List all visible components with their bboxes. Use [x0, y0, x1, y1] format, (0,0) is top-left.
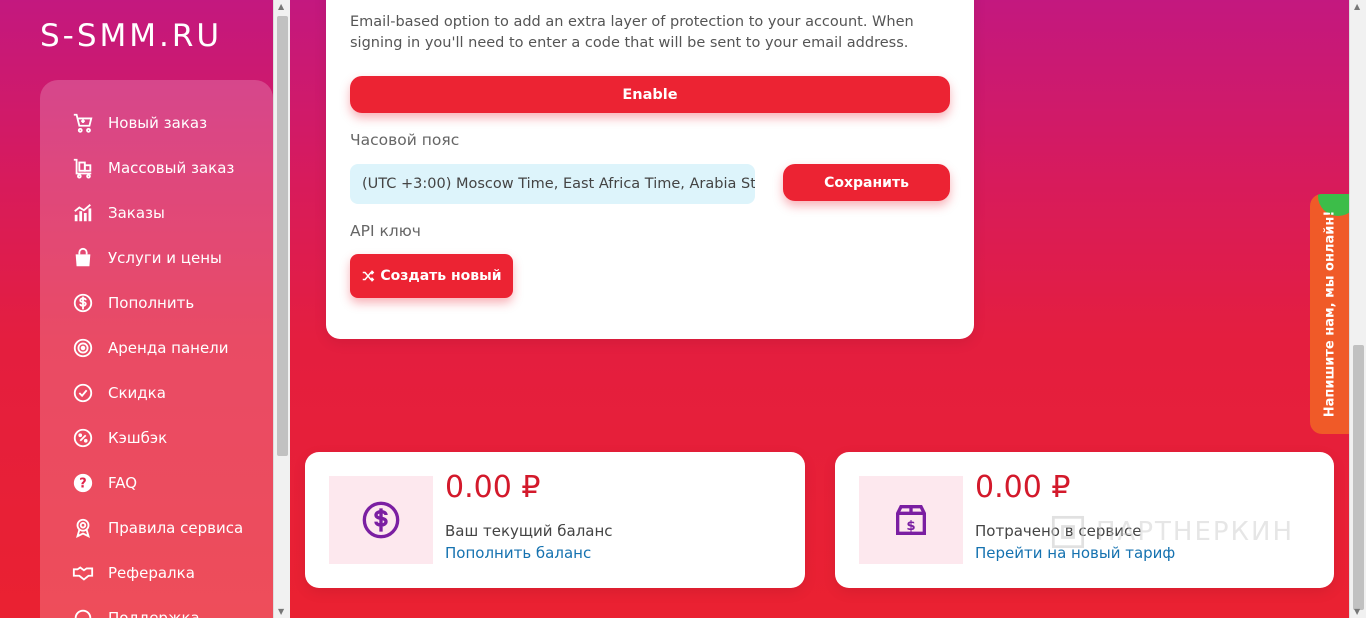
sidebar-item-cashback[interactable]: Кэшбэк [40, 415, 273, 460]
sidebar-item-referral[interactable]: Рефералка [40, 550, 273, 595]
sidebar: Новый заказ Массовый заказ Заказы Услуги… [40, 80, 273, 618]
sidebar-scrollbar[interactable]: ▲ ▼ [273, 0, 290, 618]
target-icon [70, 335, 96, 361]
chat-tab-label: Напишите нам, мы онлайн! [1322, 210, 1338, 418]
sidebar-item-label: Аренда панели [108, 338, 229, 357]
api-key-label: API ключ [350, 222, 421, 240]
sidebar-item-label: Кэшбэк [108, 428, 168, 447]
headset-icon [70, 605, 96, 618]
svg-text:?: ? [79, 476, 86, 491]
balance-value: 0.00 ₽ [445, 470, 541, 505]
sidebar-item-label: FAQ [108, 473, 138, 492]
percent-badge-icon [70, 425, 96, 451]
box-dollar-icon: $ [859, 476, 963, 564]
handshake-icon [70, 560, 96, 586]
scroll-down-icon[interactable]: ▼ [278, 607, 284, 616]
sidebar-item-label: Скидка [108, 383, 166, 402]
badge-check-icon [70, 380, 96, 406]
balance-label: Ваш текущий баланс [445, 522, 613, 540]
sidebar-item-services[interactable]: Услуги и цены [40, 235, 273, 280]
sidebar-item-label: Рефералка [108, 563, 195, 582]
sidebar-item-label: Пополнить [108, 293, 195, 312]
topup-balance-link[interactable]: Пополнить баланс [445, 544, 591, 562]
scrollbar-thumb[interactable] [1353, 345, 1364, 610]
sidebar-item-label: Правила сервиса [108, 518, 244, 537]
watermark-icon [1051, 515, 1085, 549]
scroll-up-icon[interactable]: ▲ [278, 2, 284, 11]
sidebar-item-orders[interactable]: Заказы [40, 190, 273, 235]
two-factor-description: Email-based option to add an extra layer… [350, 14, 914, 51]
create-api-key-label: Создать новый [380, 268, 502, 284]
sidebar-item-label: Массовый заказ [108, 158, 235, 177]
award-icon [70, 515, 96, 541]
shuffle-icon [363, 270, 375, 282]
save-timezone-button[interactable]: Сохранить [783, 164, 950, 201]
shopping-bag-icon [70, 245, 96, 271]
sidebar-item-rules[interactable]: Правила сервиса [40, 505, 273, 550]
balance-card: 0.00 ₽ Ваш текущий баланс Пополнить бала… [305, 452, 805, 588]
luggage-cart-icon [70, 155, 96, 181]
sidebar-item-label: Поддержка [108, 608, 200, 618]
scroll-down-icon[interactable]: ▼ [1354, 607, 1360, 616]
cart-icon [70, 110, 96, 136]
sidebar-item-faq[interactable]: ? FAQ [40, 460, 273, 505]
watermark: ПАРТНЕРКИН [1046, 510, 1294, 554]
timezone-label: Часовой пояс [350, 131, 460, 149]
timezone-value: (UTC +3:00) Moscow Time, East Africa Tim… [362, 176, 755, 192]
sidebar-item-label: Услуги и цены [108, 248, 222, 267]
scrollbar-thumb[interactable] [277, 16, 288, 456]
sidebar-item-topup[interactable]: Пополнить [40, 280, 273, 325]
sidebar-item-discount[interactable]: Скидка [40, 370, 273, 415]
online-chat-tab[interactable]: Напишите нам, мы онлайн! [1310, 194, 1350, 434]
spent-value: 0.00 ₽ [975, 470, 1071, 505]
dollar-circle-icon [70, 290, 96, 316]
dollar-circle-icon [329, 476, 433, 564]
chart-icon [70, 200, 96, 226]
sidebar-item-label: Заказы [108, 203, 165, 222]
sidebar-item-support[interactable]: Поддержка [40, 595, 273, 618]
svg-text:$: $ [906, 519, 915, 534]
sidebar-item-new-order[interactable]: Новый заказ [40, 100, 273, 145]
create-api-key-button[interactable]: Создать новый [350, 254, 513, 298]
sidebar-item-panel-rent[interactable]: Аренда панели [40, 325, 273, 370]
watermark-text: ПАРТНЕРКИН [1096, 517, 1295, 547]
page-scrollbar[interactable]: ▲ ▼ [1349, 0, 1366, 618]
sidebar-item-mass-order[interactable]: Массовый заказ [40, 145, 273, 190]
enable-2fa-button[interactable]: Enable [350, 76, 950, 113]
sidebar-item-label: Новый заказ [108, 113, 208, 132]
question-circle-icon: ? [70, 470, 96, 496]
site-logo[interactable]: S-SMM.RU [40, 18, 222, 54]
timezone-select[interactable]: (UTC +3:00) Moscow Time, East Africa Tim… [350, 164, 755, 204]
account-settings-card: Email-based option to add an extra layer… [326, 0, 974, 339]
scroll-up-icon[interactable]: ▲ [1354, 2, 1360, 11]
